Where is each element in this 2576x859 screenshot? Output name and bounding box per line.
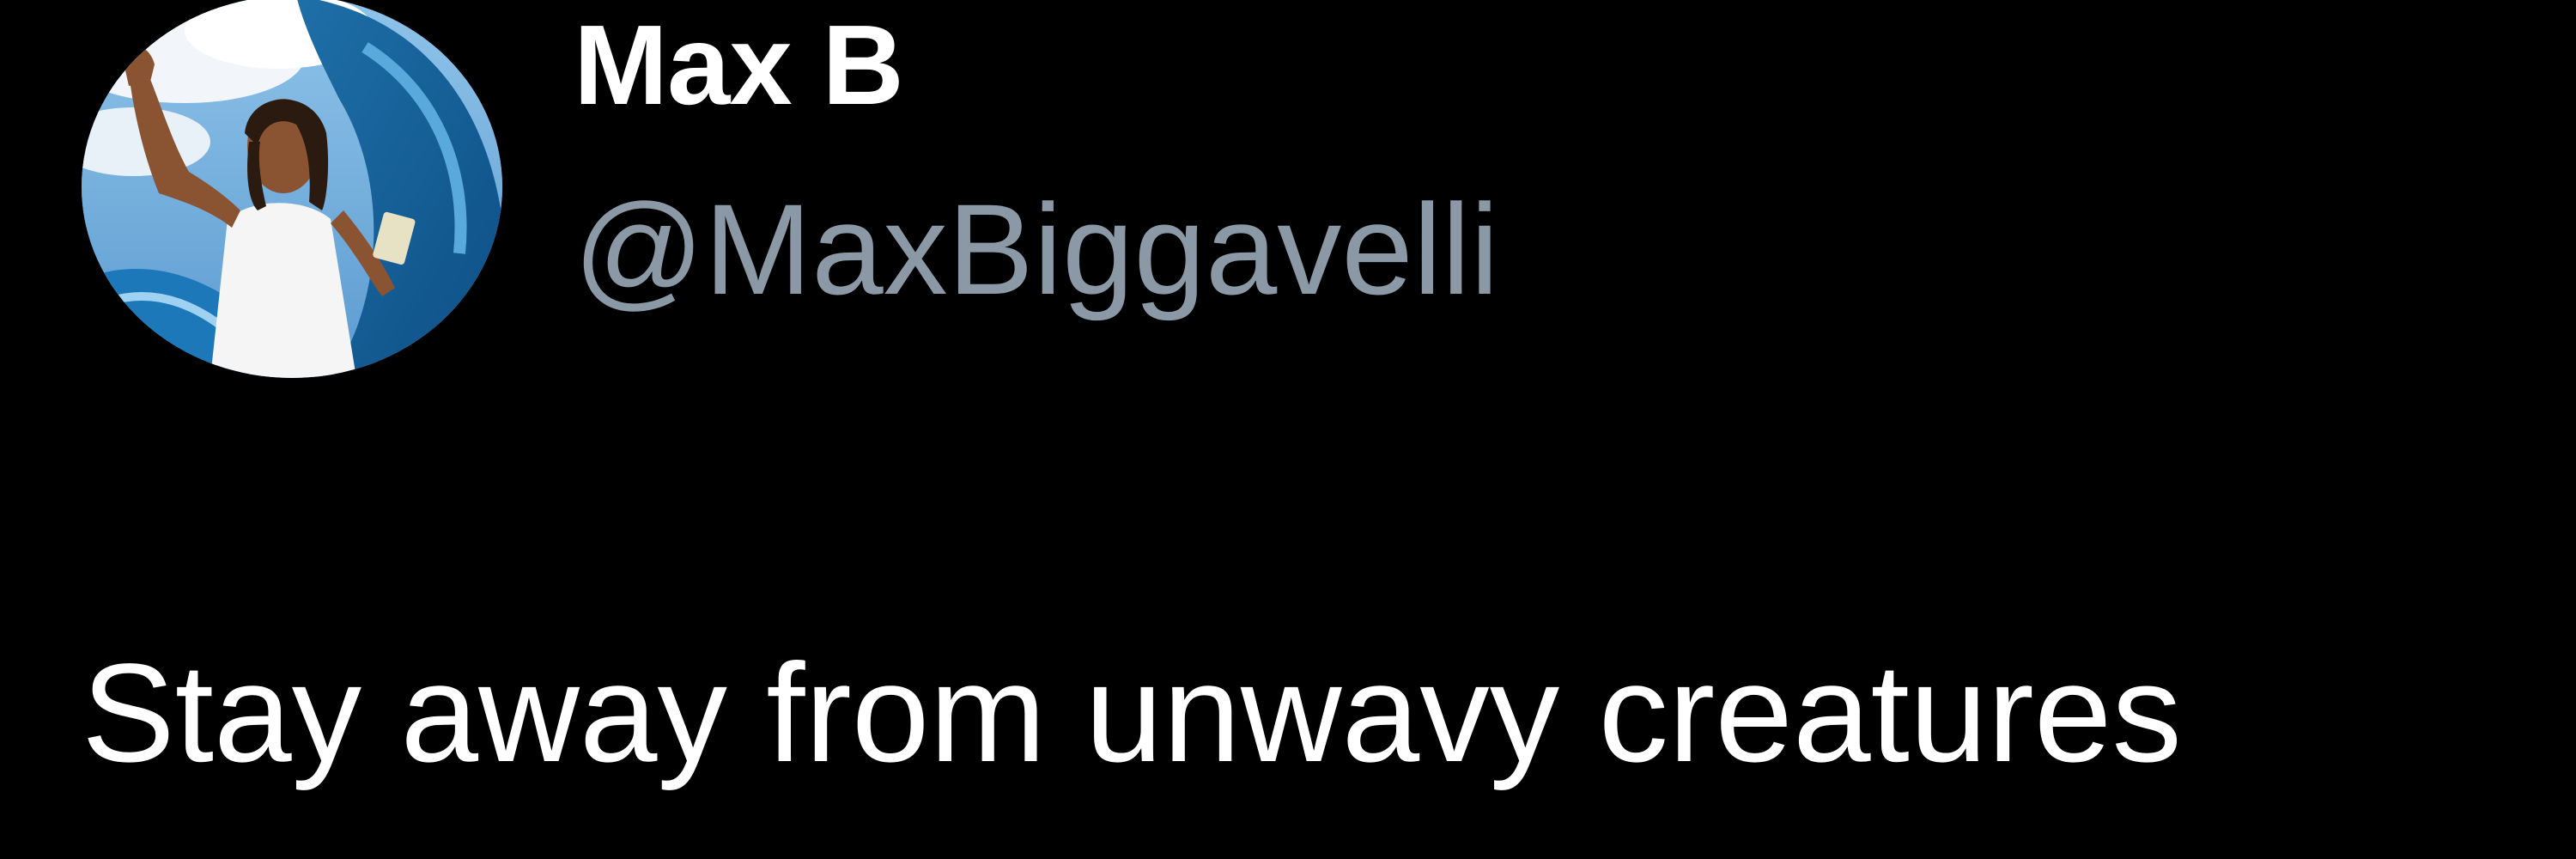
- tweet-text: Stay away from unwavy creatures: [82, 634, 2182, 791]
- author-display-name[interactable]: Max B: [574, 9, 904, 122]
- tweet-card: Max B @MaxBiggavelli Stay away from unwa…: [0, 0, 2576, 859]
- avatar[interactable]: [82, 0, 502, 378]
- author-handle[interactable]: @MaxBiggavelli: [574, 185, 1499, 314]
- avatar-image: [82, 0, 502, 378]
